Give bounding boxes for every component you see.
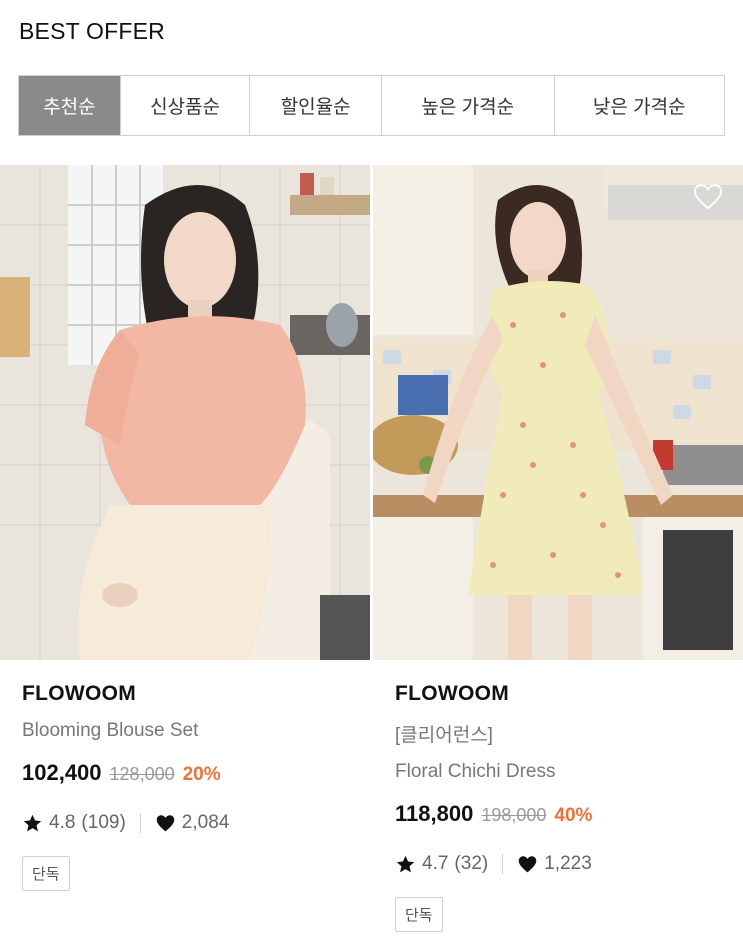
review-count: (109) [81, 812, 126, 833]
product-card[interactable]: FLOWOOM Blooming Blouse Set 102,400 128,… [0, 165, 370, 891]
sale-price: 102,400 [22, 760, 102, 785]
product-name[interactable]: Blooming Blouse Set [22, 720, 362, 742]
product-photo-blouse [0, 165, 370, 660]
product-image[interactable] [0, 165, 370, 660]
sort-tabs: 추천순 신상품순 할인율순 높은 가격순 낮은 가격순 [18, 75, 725, 136]
tab-recommended[interactable]: 추천순 [19, 76, 120, 135]
tab-discount[interactable]: 할인율순 [249, 76, 381, 135]
tab-newest[interactable]: 신상품순 [119, 76, 250, 135]
price-row: 118,800 198,000 40% [395, 801, 735, 827]
star-icon [23, 814, 42, 831]
tab-price-high[interactable]: 높은 가격순 [380, 76, 554, 135]
exclusive-badge: 단독 [395, 897, 443, 932]
brand-name[interactable]: FLOWOOM [395, 682, 735, 706]
original-price: 128,000 [109, 764, 175, 784]
product-subtitle: [클리어런스] [395, 725, 493, 746]
sale-price: 118,800 [395, 801, 474, 826]
divider [502, 854, 504, 874]
rating-value: 4.7 [422, 853, 449, 874]
discount-rate: 20% [182, 764, 221, 785]
exclusive-badge: 단독 [22, 856, 70, 891]
product-photo-dress [373, 165, 743, 660]
like-count: 1,223 [544, 853, 592, 874]
discount-rate: 40% [554, 805, 593, 826]
product-name[interactable]: Floral Chichi Dress [395, 761, 735, 783]
rating-value: 4.8 [49, 812, 76, 833]
like-count: 2,084 [181, 812, 230, 833]
product-image[interactable] [373, 165, 743, 660]
rating-likes-row: 4.8 (109) 2,084 [22, 812, 362, 834]
original-price: 198,000 [481, 805, 547, 825]
rating-likes-row: 4.7 (32) 1,223 [395, 853, 735, 875]
price-row: 102,400 128,000 20% [22, 760, 362, 786]
heart-icon [518, 855, 537, 872]
wishlist-heart-icon[interactable] [693, 183, 723, 211]
brand-name[interactable]: FLOWOOM [22, 682, 362, 706]
tab-price-low[interactable]: 낮은 가격순 [553, 76, 725, 135]
product-card[interactable]: FLOWOOM [클리어런스] Floral Chichi Dress 118,… [373, 165, 743, 932]
section-title: BEST OFFER [19, 18, 165, 44]
star-icon [396, 855, 415, 872]
review-count: (32) [454, 853, 489, 874]
divider [139, 813, 141, 833]
heart-icon [156, 814, 175, 831]
